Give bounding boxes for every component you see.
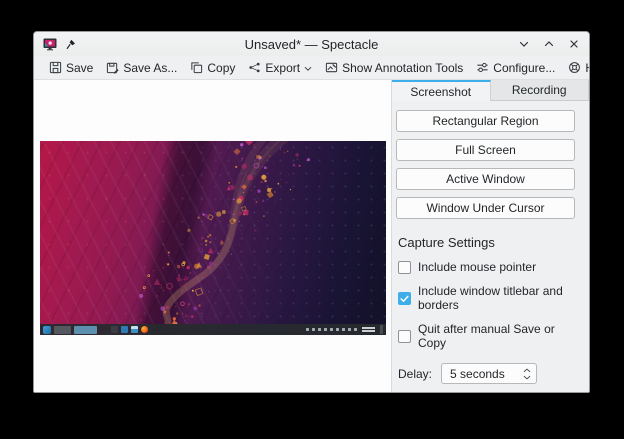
annotation-icon [325, 61, 338, 74]
window-title: Unsaved* — Spectacle [34, 37, 589, 52]
delay-row: Delay: 5 seconds [398, 363, 575, 384]
spin-up-icon [523, 368, 531, 373]
preview-system-tray [306, 325, 383, 334]
desktop-background: Unsaved* — Spectacle Save [0, 0, 624, 439]
preview-launcher-icon [43, 326, 51, 334]
save-as-button[interactable]: Save As... [101, 59, 182, 77]
pin-icon[interactable] [65, 39, 76, 50]
save-icon [49, 61, 62, 74]
preview-clock [362, 327, 375, 332]
titlebar[interactable]: Unsaved* — Spectacle [34, 32, 589, 56]
help-icon [568, 61, 581, 74]
help-button[interactable]: Help [563, 59, 590, 77]
close-button[interactable] [568, 38, 580, 50]
minimize-button[interactable] [518, 38, 530, 50]
chevron-down-icon [304, 61, 312, 75]
preview-pinned-app-icon [111, 326, 118, 333]
quit-after-save-checkbox[interactable] [398, 330, 411, 343]
preview-pane [34, 80, 391, 392]
configure-icon [476, 61, 489, 74]
window-under-cursor-button[interactable]: Window Under Cursor [396, 197, 575, 219]
copy-icon [190, 61, 203, 74]
copy-button[interactable]: Copy [185, 59, 240, 77]
quit-after-save-row[interactable]: Quit after manual Save or Copy [398, 322, 575, 350]
preview-task-button [54, 326, 71, 334]
include-mouse-pointer-checkbox[interactable] [398, 261, 411, 274]
preview-firefox-icon [141, 326, 148, 333]
include-mouse-pointer-row[interactable]: Include mouse pointer [398, 260, 575, 274]
tab-screenshot[interactable]: Screenshot [392, 80, 491, 101]
export-button[interactable]: Export [243, 59, 317, 77]
delay-spinbox[interactable]: 5 seconds [441, 363, 537, 384]
spectacle-window: Unsaved* — Spectacle Save [33, 31, 590, 393]
toolbar: Save Save As... Copy Export [34, 56, 589, 80]
spectacle-app-icon[interactable] [43, 37, 57, 51]
side-panel: Screenshot Recording Rectangular Region … [391, 80, 589, 392]
rectangular-region-button[interactable]: Rectangular Region [396, 110, 575, 132]
preview-task-button-active [74, 326, 97, 334]
include-titlebar-checkbox[interactable] [398, 292, 411, 305]
spin-down-icon [523, 375, 531, 380]
tab-recording[interactable]: Recording [491, 80, 590, 101]
wallpaper-confetti [40, 141, 386, 324]
maximize-button[interactable] [543, 38, 555, 50]
full-screen-button[interactable]: Full Screen [396, 139, 575, 161]
save-button[interactable]: Save [44, 59, 98, 77]
preview-pinned-app-icon [121, 326, 128, 333]
show-annotation-tools-button[interactable]: Show Annotation Tools [320, 59, 468, 77]
spinbox-arrows[interactable] [523, 368, 531, 380]
preview-show-desktop [380, 325, 383, 334]
screenshot-preview [40, 141, 386, 335]
delay-value[interactable]: 5 seconds [450, 367, 523, 381]
delay-label: Delay: [398, 367, 432, 381]
include-titlebar-row[interactable]: Include window titlebar and borders [398, 284, 575, 312]
preview-taskbar [40, 324, 386, 335]
active-window-button[interactable]: Active Window [396, 168, 575, 190]
capture-settings-heading: Capture Settings [398, 235, 575, 250]
save-as-icon [106, 61, 119, 74]
export-icon [248, 61, 261, 74]
tabbar: Screenshot Recording [392, 80, 589, 101]
configure-button[interactable]: Configure... [471, 59, 560, 77]
preview-folder-icon [131, 326, 138, 333]
